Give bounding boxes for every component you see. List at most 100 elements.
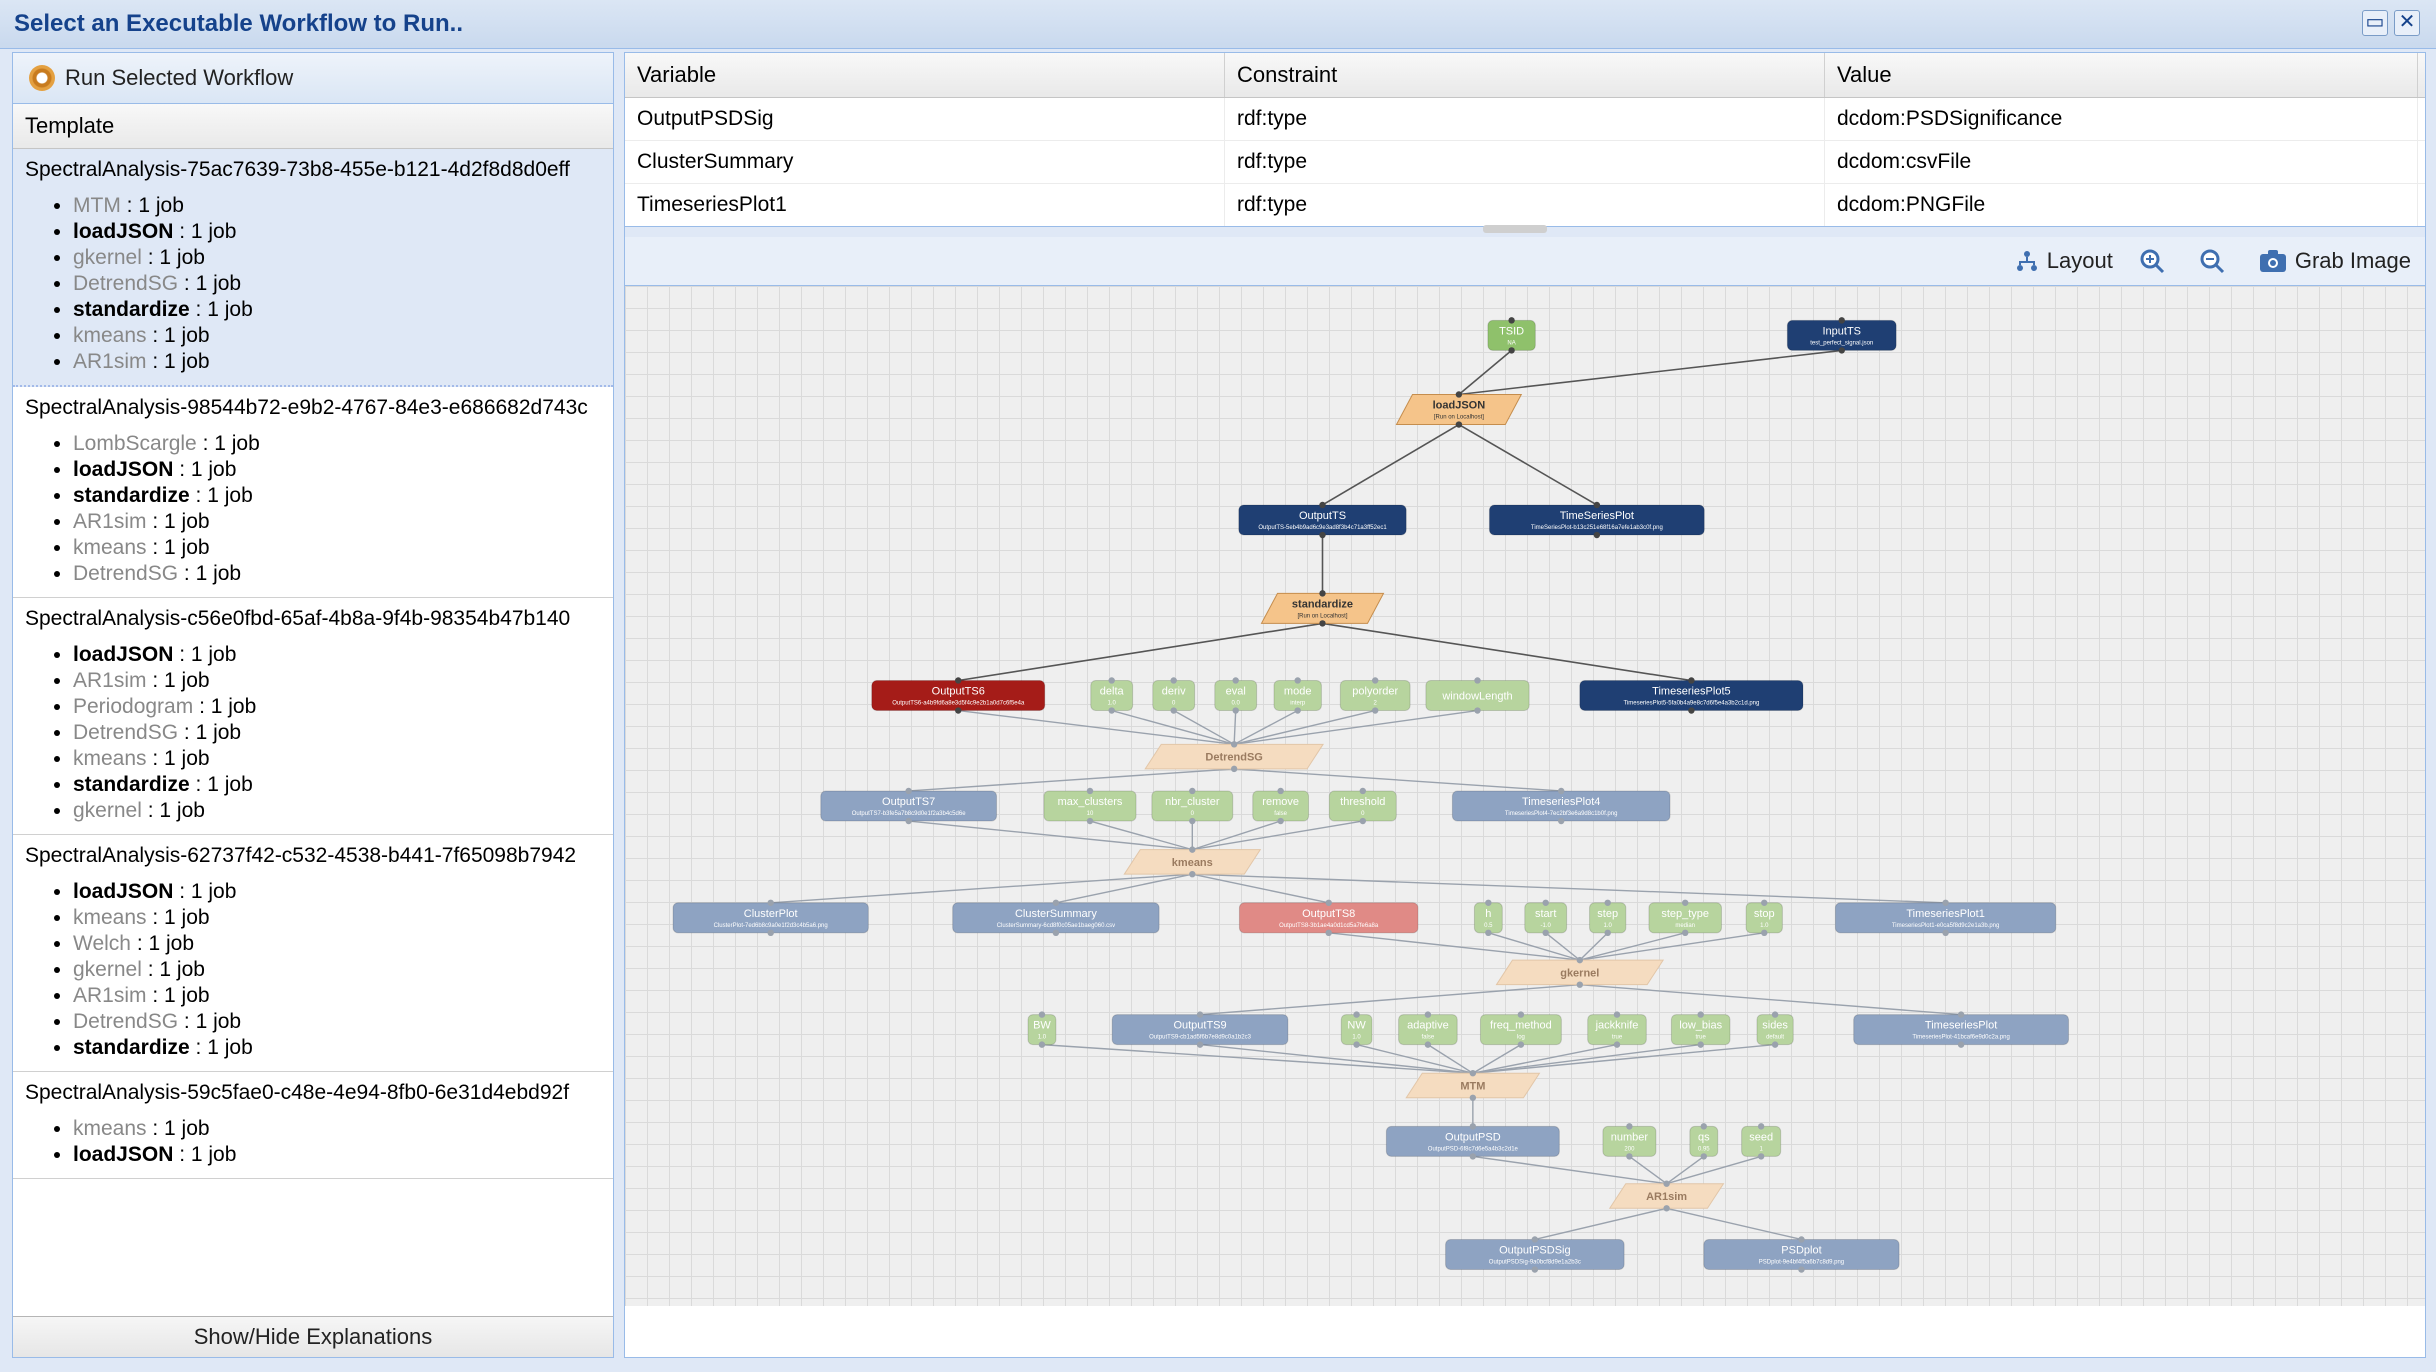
show-hide-explanations-button[interactable]: Show/Hide Explanations [13,1316,613,1357]
workflow-node-outputts[interactable]: OutputTS OutputTS-5eb4b9ad6c9e3ad8f3b4c71… [1238,501,1407,539]
workflow-node-windowlength[interactable]: windowLength [1425,677,1530,714]
step-job-count: : 1 job [199,695,257,718]
column-header-value[interactable]: Value [1825,53,2418,97]
workflow-node-ar1sim[interactable]: AR1sim [1608,1180,1725,1212]
node-port [1688,707,1695,714]
workflow-node-mode[interactable]: mode interp [1273,677,1322,714]
node-port [1469,1153,1477,1160]
workflow-graph[interactable]: InputTS test_perfect_signal.json TSID NA loa… [625,286,2425,1306]
workflow-node-timeseriesplot4[interactable]: TimeseriesPlot4 TimeseriesPlot4-7ec2bf3e6… [1451,787,1671,825]
node-label: loadJSON [1433,400,1486,412]
zoom-out-button[interactable] [2199,248,2233,274]
workflow-node-bw[interactable]: BW 1.0 [1027,1011,1057,1048]
workflow-node-gkernel[interactable]: gkernel [1495,956,1665,988]
workflow-node-deriv[interactable]: deriv0 [1152,677,1196,714]
workflow-edge [1488,932,1581,961]
workflow-node-low_bias[interactable]: low_biastrue [1670,1011,1731,1048]
node-sublabel: OutputPSDSig-9a0bcf8d9e1a2b3c [1489,1260,1581,1266]
workflow-node-nbr_cluster[interactable]: nbr_cluster0 [1151,787,1234,825]
workflow-node-threshold[interactable]: threshold0 [1328,787,1397,825]
table-row[interactable]: ClusterSummary rdf:type dcdom:csvFile [625,141,2425,184]
workflow-node-timeseriesplot5[interactable]: TimeseriesPlot5 TimeseriesPlot5-5fa0b4a9e… [1579,677,1804,714]
workflow-node-outputts9[interactable]: OutputTS9 OutputTS9-cb1ad5f6b7e8d9c0a1b2c… [1111,1011,1289,1048]
close-icon[interactable]: ✕ [2394,10,2420,36]
workflow-node-loadjson[interactable]: loadJSON [Run on Localhost] [1395,391,1523,428]
workflow-node-freq_method[interactable]: freq_methodlog [1479,1011,1562,1048]
node-port [1086,787,1094,795]
workflow-edge [1089,820,1193,851]
workflow-node-outputts8[interactable]: OutputTS8 OutputTS8-3b1ae4a0d1cd5a7fe6a8a [1238,899,1419,937]
workflow-node-max_clusters[interactable]: max_clusters 10 [1043,787,1137,825]
workflow-node-outputts7[interactable]: OutputTS7 OutputTS7-b3fe5a7b8c9d0e1f2a3b4… [820,787,998,825]
maximize-icon[interactable]: ▭ [2362,10,2388,36]
workflow-node-outputpsd[interactable]: OutputPSD OutputPSD-6f8c7d6e5a4b3c2d1e [1385,1123,1560,1160]
step-name: DetrendSG [73,1010,179,1033]
workflow-node-inputts[interactable]: InputTS test_perfect_signal.json [1786,317,1897,354]
workflow-node-delta[interactable]: delta 1.0 [1090,677,1134,714]
step-job-count: : 1 job [183,272,242,295]
step-job-count: : 1 job [179,220,237,243]
zoom-in-button[interactable] [2139,248,2173,274]
workflow-node-polyorder[interactable]: polyorder2 [1339,677,1411,714]
workflow-node-psdplot[interactable]: PSDplot PSDplot-9e4bf4f5a6b7c8d9.png [1703,1236,1900,1273]
column-header-constraint[interactable]: Constraint [1225,53,1825,97]
node-sublabel: TimeseriesPlot5-5fa0b4a9e8c7d6f5e4a3b2c1… [1623,701,1759,707]
template-item[interactable]: SpectralAnalysis-98544b72-e9b2-4767-84e3… [13,387,613,598]
workflow-node-step[interactable]: step 1.0 [1589,899,1627,937]
workflow-node-jackknife[interactable]: jackknife true [1587,1011,1647,1048]
workflow-node-seed[interactable]: seed1 [1741,1123,1782,1160]
workflow-node-eval[interactable]: eval 0.0 [1214,677,1258,714]
workflow-node-tsid[interactable]: TSID NA [1487,317,1536,354]
workflow-node-clusterplot[interactable]: ClusterPlot ClusterPlot-7ed6b8c9a0e1f2d3c… [672,899,869,937]
workflow-edge [908,768,1235,792]
workflow-node-clustersummary[interactable]: ClusterSummary ClusterSummary-6cd8f0c05ae… [952,899,1160,937]
node-sublabel: 0.5 [1484,923,1493,929]
variable-grid-body: OutputPSDSig rdf:type dcdom:PSDSignificanc… [625,98,2425,226]
node-label: BW [1033,1020,1051,1032]
workflow-node-outputpsdsig[interactable]: OutputPSDSig OutputPSDSig-9a0bcf8d9e1a2b3… [1445,1236,1625,1273]
workflow-graph-canvas[interactable]: InputTS test_perfect_signal.json TSID NA loa… [625,286,2425,1306]
node-port [1700,1123,1708,1130]
splitter-handle[interactable] [1483,225,1547,233]
node-label: standardize [1292,598,1353,610]
node-port [1663,1205,1670,1212]
workflow-node-step_type[interactable]: step_typemedian [1648,899,1722,937]
workflow-node-h[interactable]: h 0.5 [1473,899,1503,937]
workflow-node-adaptive[interactable]: adaptive false [1398,1011,1458,1048]
column-header-variable[interactable]: Variable [625,53,1225,97]
workflow-node-timeseriesplot[interactable]: TimeseriesPlot TimeseriesPlot-41bcaf6e9d0… [1853,1011,2070,1048]
workflow-node-sides[interactable]: sides default [1756,1011,1794,1048]
node-sublabel: 1.0 [1760,923,1769,929]
node-port [1455,421,1463,428]
workflow-node-stop[interactable]: stop 1.0 [1745,899,1783,937]
workflow-node-outputts6[interactable]: OutputTS6 OutputTS6-a4b9fd6a8e3d5f4c9e2b1… [871,677,1046,714]
table-row[interactable]: OutputPSDSig rdf:type dcdom:PSDSignificanc… [625,98,2425,141]
node-port [1757,1123,1765,1130]
value-cell: dcdom:PSDSignificance [1825,98,2418,140]
workflow-node-kmeans[interactable]: kmeans [1123,846,1262,878]
template-item[interactable]: SpectralAnalysis-59c5fae0-c48e-4e94-8fb0… [13,1072,613,1179]
panel-splitter[interactable] [625,225,2425,237]
workflow-node-detrendsg[interactable]: DetrendSG [1144,741,1324,773]
workflow-node-start[interactable]: start -1.0 [1524,899,1568,937]
workflow-node-standardize[interactable]: standardize [Run on Localhost] [1260,590,1385,627]
template-item[interactable]: SpectralAnalysis-c56e0fbd-65af-4b8a-9f4b… [13,598,613,835]
template-item[interactable]: SpectralAnalysis-62737f42-c532-4538-b441… [13,835,613,1072]
node-port [1593,501,1601,509]
workflow-node-nw[interactable]: NW 1.0 [1340,1011,1373,1048]
workflow-node-qs[interactable]: qs 0.95 [1689,1123,1719,1160]
node-label: sides [1762,1020,1788,1032]
layout-button[interactable]: Layout [2015,248,2113,274]
workflow-node-timeseriesplot1[interactable]: TimeseriesPlot1 TimeseriesPlot1-e0ca5f8d9… [1834,899,2057,937]
grab-image-button[interactable]: Grab Image [2259,248,2411,274]
run-selected-workflow-button[interactable]: Run Selected Workflow [13,53,613,104]
workflow-node-timeseriesplot[interactable]: TimeSeriesPlot TimeSeriesPlot-b13c251e68f… [1488,501,1705,539]
template-steps: MTM : 1 jobloadJSON : 1 jobgkernel : 1 j… [25,193,601,375]
node-sublabel: TimeseriesPlot4-7ec2bf3e6a9d8c1b0f.png [1505,811,1618,817]
workflow-node-mtm[interactable]: MTM [1405,1070,1541,1101]
workflow-node-number[interactable]: number 200 [1602,1123,1657,1160]
template-column-header[interactable]: Template [13,104,613,149]
workflow-node-remove[interactable]: remove false [1252,787,1310,825]
table-row[interactable]: TimeseriesPlot1 rdf:type dcdom:PNGFile [625,184,2425,226]
template-item[interactable]: SpectralAnalysis-75ac7639-73b8-455e-b121… [13,149,613,387]
